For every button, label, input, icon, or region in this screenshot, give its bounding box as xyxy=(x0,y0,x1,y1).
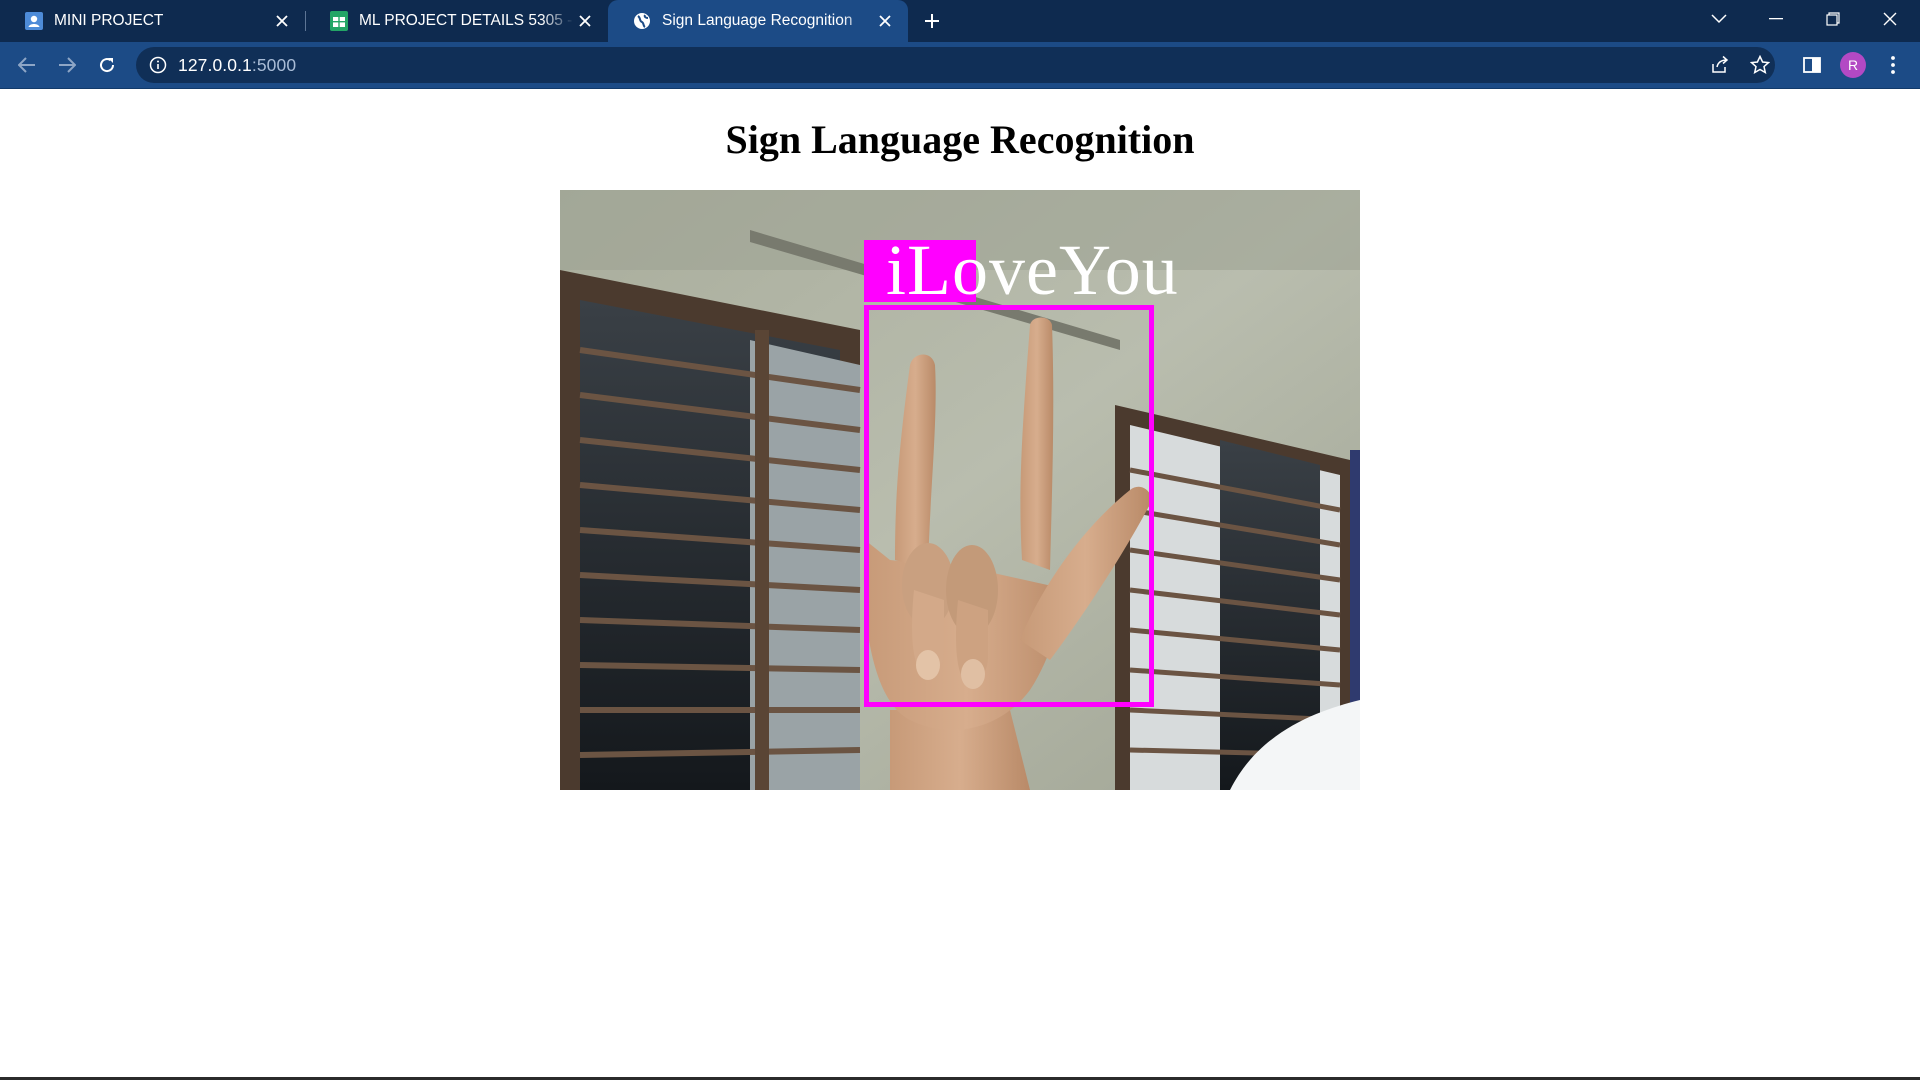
user-card-icon xyxy=(24,11,44,31)
browser-toolbar: 127.0.0.1:5000 R xyxy=(0,42,1920,89)
share-icon[interactable] xyxy=(1710,55,1730,80)
plus-icon xyxy=(925,14,939,28)
url-text: 127.0.0.1:5000 xyxy=(178,47,296,83)
info-icon[interactable] xyxy=(149,56,167,79)
page-title: Sign Language Recognition xyxy=(725,117,1195,162)
side-panel-button[interactable] xyxy=(1796,49,1828,81)
detected-sign-label: iLoveYou xyxy=(886,230,1179,310)
arrow-left-icon xyxy=(18,57,35,73)
address-bar[interactable]: 127.0.0.1:5000 xyxy=(136,47,1775,83)
back-button[interactable] xyxy=(11,49,43,81)
close-window-button[interactable] xyxy=(1873,4,1907,34)
new-tab-button[interactable] xyxy=(918,7,946,35)
reload-icon xyxy=(100,58,115,73)
tab-title: Sign Language Recognition xyxy=(662,12,853,29)
close-icon xyxy=(1883,12,1897,26)
close-tab-icon[interactable] xyxy=(874,10,896,32)
url-host: 127.0.0.1 xyxy=(178,55,252,75)
minimize-button[interactable] xyxy=(1759,4,1793,34)
side-panel-icon xyxy=(1803,57,1821,73)
tab-title: MINI PROJECT xyxy=(54,12,164,29)
globe-icon xyxy=(632,11,652,31)
reload-button[interactable] xyxy=(91,49,123,81)
bookmark-star-icon[interactable] xyxy=(1749,54,1771,80)
tab-mini-project[interactable]: MINI PROJECT xyxy=(0,0,305,42)
google-sheets-icon xyxy=(329,11,349,31)
chevron-down-icon xyxy=(1711,14,1727,24)
more-vertical-icon xyxy=(1891,56,1895,74)
video-feed: iLoveYou xyxy=(560,190,1360,790)
minimize-icon xyxy=(1769,18,1783,20)
profile-avatar[interactable]: R xyxy=(1840,52,1866,78)
tab-title: ML PROJECT DETAILS 5305 - Google Sheets xyxy=(359,12,574,29)
forward-button[interactable] xyxy=(51,49,83,81)
tab-ml-project-details[interactable]: ML PROJECT DETAILS 5305 - Google Sheets xyxy=(305,0,608,42)
arrow-right-icon xyxy=(59,57,76,73)
close-tab-icon[interactable] xyxy=(574,10,596,32)
tab-sign-language-recognition[interactable]: Sign Language Recognition xyxy=(608,0,908,42)
tab-search-button[interactable] xyxy=(1702,4,1736,34)
tab-strip: MINI PROJECT ML PROJECT DETAILS 5305 - G… xyxy=(0,0,1920,42)
restore-icon xyxy=(1826,12,1840,26)
url-port: :5000 xyxy=(251,55,297,75)
browser-menu-button[interactable] xyxy=(1877,49,1909,81)
restore-button[interactable] xyxy=(1816,4,1850,34)
detection-bounding-box xyxy=(864,305,1154,707)
close-tab-icon[interactable] xyxy=(271,10,293,32)
